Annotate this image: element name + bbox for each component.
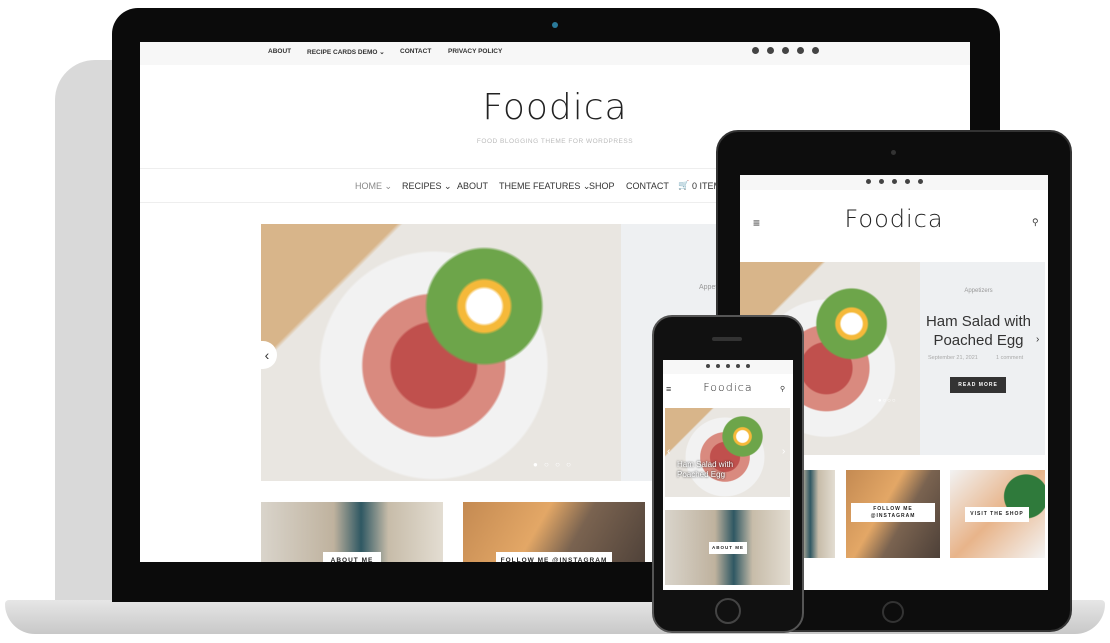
search-icon[interactable]: ⚲: [1032, 217, 1039, 228]
tablet-card-shop[interactable]: VISIT THE SHOP: [950, 470, 1045, 558]
nav-home[interactable]: HOME ⌄: [355, 181, 392, 192]
pinterest-icon[interactable]: [904, 179, 910, 184]
slider-next-button[interactable]: ›: [1036, 334, 1039, 345]
tablet-instagram-button[interactable]: FOLLOW ME @INSTAGRAM: [851, 503, 935, 522]
nav-recipes[interactable]: RECIPES ⌄: [402, 181, 452, 192]
pinterest-icon[interactable]: [797, 47, 804, 54]
tablet-card-instagram[interactable]: FOLLOW ME @INSTAGRAM: [846, 470, 940, 558]
top-link-about[interactable]: ABOUT: [268, 48, 291, 55]
phone-hero-title[interactable]: Ham Salad with Poached Egg: [677, 460, 757, 480]
hero-image[interactable]: [261, 224, 621, 481]
instagram-icon[interactable]: [706, 364, 710, 368]
email-icon[interactable]: [812, 47, 819, 54]
site-logo[interactable]: Foodica: [470, 87, 640, 128]
cart-icon[interactable]: 🛒: [678, 180, 689, 191]
top-link-recipe-cards[interactable]: RECIPE CARDS DEMO ⌄: [307, 48, 385, 56]
facebook-icon[interactable]: [716, 364, 720, 368]
instagram-icon[interactable]: [752, 47, 759, 54]
phone-search-icon[interactable]: ⚲: [780, 385, 785, 393]
phone-about-button[interactable]: ABOUT ME: [709, 542, 747, 554]
twitter-icon[interactable]: [726, 364, 730, 368]
laptop-camera: [552, 22, 558, 28]
phone-top-bar: [663, 360, 793, 374]
phone-hamburger-icon[interactable]: ≡: [666, 384, 671, 394]
email-icon[interactable]: [917, 179, 923, 184]
top-link-privacy[interactable]: PRIVACY POLICY: [448, 48, 502, 55]
about-me-button[interactable]: ABOUT ME: [323, 552, 381, 562]
tablet-hero-comments[interactable]: 1 comment: [996, 355, 1023, 361]
card-instagram[interactable]: FOLLOW ME @INSTAGRAM: [463, 502, 645, 562]
twitter-icon[interactable]: [891, 179, 897, 184]
nav-shop[interactable]: SHOP: [589, 181, 615, 191]
instagram-button[interactable]: FOLLOW ME @INSTAGRAM: [496, 552, 612, 562]
read-more-button[interactable]: READ MORE: [950, 377, 1006, 393]
tablet-home-button[interactable]: [882, 601, 904, 623]
tablet-slider-dots[interactable]: ●○○○: [878, 398, 897, 404]
phone-next-button[interactable]: ›: [782, 446, 785, 457]
slider-dots[interactable]: ● ○ ○ ○: [533, 460, 573, 469]
pinterest-icon[interactable]: [736, 364, 740, 368]
card-about-me[interactable]: ABOUT ME: [261, 502, 443, 562]
tablet-hero-category[interactable]: Appetizers: [920, 288, 1037, 294]
phone-card-about[interactable]: ABOUT ME: [665, 510, 790, 585]
tablet-logo[interactable]: Foodica: [834, 205, 954, 233]
phone-prev-button[interactable]: ‹: [667, 446, 670, 457]
tablet-camera: [891, 150, 896, 155]
nav-theme-features[interactable]: THEME FEATURES ⌄: [499, 181, 590, 192]
instagram-icon[interactable]: [865, 179, 871, 184]
tablet-hero-title[interactable]: Ham Salad with Poached Egg: [916, 312, 1041, 350]
top-link-contact[interactable]: CONTACT: [400, 48, 431, 55]
email-icon[interactable]: [746, 364, 750, 368]
phone-hero[interactable]: Ham Salad with Poached Egg ‹ ›: [665, 408, 790, 497]
twitter-icon[interactable]: [782, 47, 789, 54]
visit-shop-button[interactable]: VISIT THE SHOP: [965, 507, 1029, 522]
social-icons: [748, 47, 823, 56]
phone-logo[interactable]: Foodica: [698, 381, 758, 394]
tablet-hero-date: September 21, 2021: [928, 355, 978, 361]
phone-screen: ≡ Foodica ⚲ Ham Salad with Poached Egg ‹…: [663, 360, 793, 590]
phone-home-button[interactable]: [715, 598, 741, 624]
phone-speaker: [712, 337, 742, 341]
hamburger-menu-icon[interactable]: ≡: [753, 216, 760, 230]
top-bar: ABOUT RECIPE CARDS DEMO ⌄ CONTACT PRIVAC…: [140, 42, 970, 65]
nav-contact[interactable]: CONTACT: [626, 181, 669, 191]
site-tagline: FOOD BLOGGING THEME FOR WORDPRESS: [476, 138, 634, 145]
facebook-icon[interactable]: [878, 179, 884, 184]
tablet-top-bar: [740, 175, 1048, 190]
facebook-icon[interactable]: [767, 47, 774, 54]
nav-about[interactable]: ABOUT: [457, 181, 488, 191]
